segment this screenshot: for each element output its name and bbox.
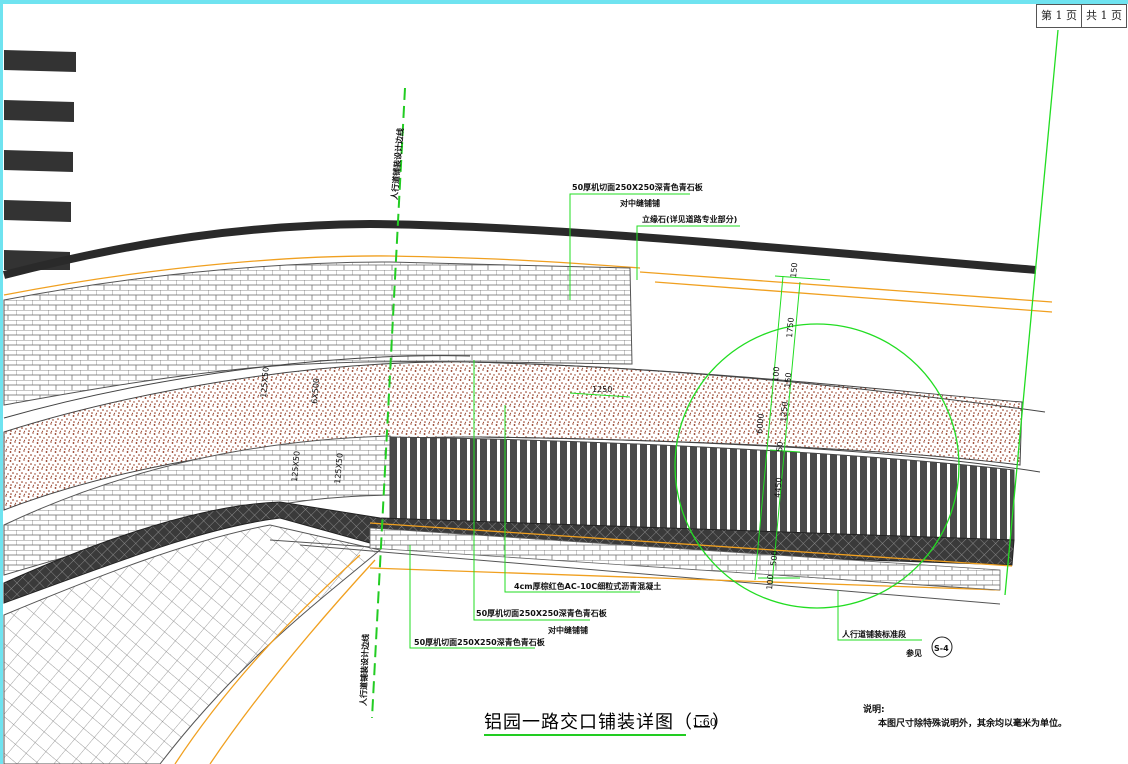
- page-current: 第 1 页: [1036, 4, 1082, 28]
- dim-100a: 100: [771, 366, 781, 382]
- callout-granite-top: 50厚机切面250X250深青色青石板: [572, 182, 704, 192]
- dim-500: 500: [769, 550, 779, 566]
- dim-100b: 100: [765, 574, 775, 590]
- dim-1250b: 1250: [779, 401, 790, 422]
- dim-1250a: 1250: [592, 385, 612, 394]
- dim-150a: 150: [789, 262, 799, 278]
- crosswalk-bars: [4, 50, 76, 270]
- callout-sidewalk-ref: 人行道铺装标准段: [842, 629, 906, 639]
- drawing-scale: 1:60: [692, 716, 717, 729]
- dim-4450: 4450: [773, 477, 784, 498]
- callout-granite-mid-sub: 对中缝铺铺: [548, 625, 588, 635]
- dim-1750: 1750: [785, 317, 796, 338]
- callout-curb: 立缘石(详见道路专业部分): [642, 214, 737, 224]
- boundary-label-bottom: 人行道铺装设计边线: [358, 634, 371, 706]
- boundary-label-top: 人行道铺装设计边线: [389, 128, 405, 201]
- callout-granite-mid: 50厚机切面250X250深青色青石板: [476, 608, 608, 618]
- notes-text: 本图尺寸除特殊说明外，其余均以毫米为单位。: [878, 719, 1068, 729]
- title-underline: [484, 734, 686, 736]
- dim-6000: 6000: [755, 413, 766, 434]
- notes-heading: 说明:: [863, 705, 885, 715]
- callout-ref-word: 参见: [905, 648, 922, 658]
- paving-detail-drawing: 50厚机切面250X250深青色青石板 对中缝铺铺 立缘石(详见道路专业部分) …: [3, 29, 1059, 764]
- callout-granite-low: 50厚机切面250X250深青色青石板: [414, 637, 546, 647]
- ref-sheet-label: S-4: [934, 644, 949, 653]
- page-total: 共 1 页: [1081, 4, 1127, 28]
- callout-asphalt: 4cm厚棕红色AC-10C细粒式沥青混凝土: [514, 581, 661, 591]
- callout-granite-top-sub: 对中缝铺铺: [620, 198, 660, 208]
- dim-150b: 150: [783, 372, 793, 388]
- dim-50: 50: [775, 441, 785, 452]
